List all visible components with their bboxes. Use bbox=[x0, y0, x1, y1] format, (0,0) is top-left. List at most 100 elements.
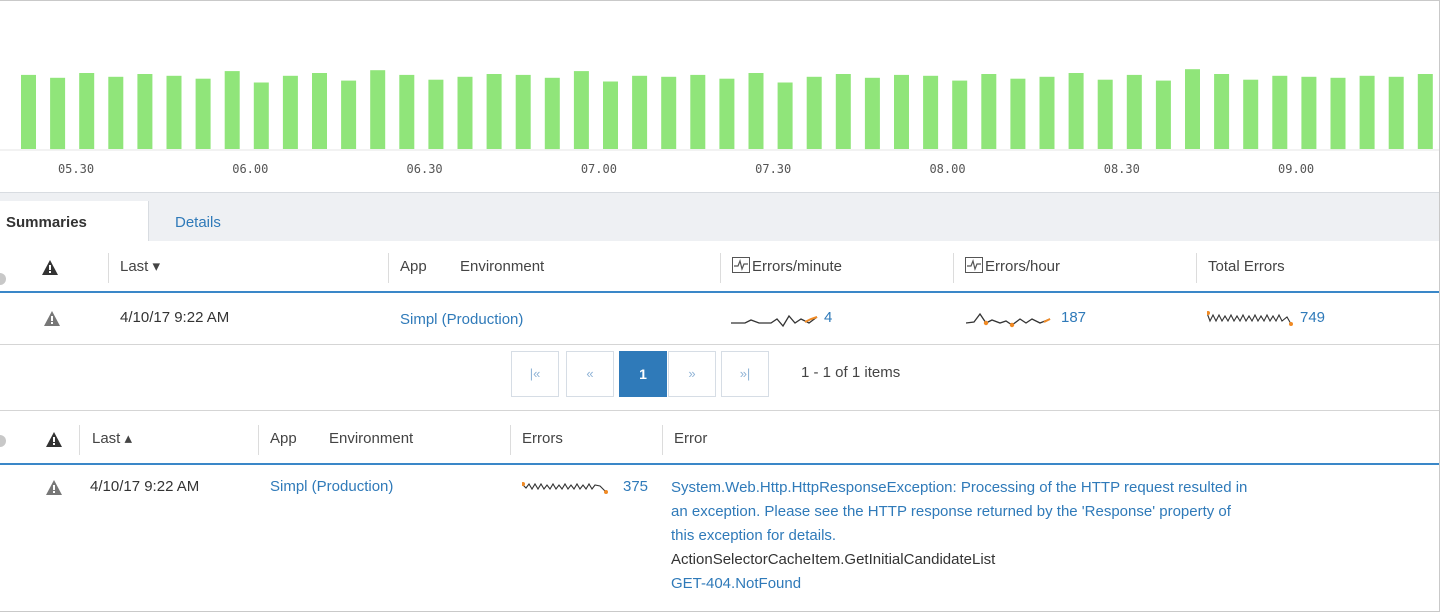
column-header-app[interactable]: App bbox=[400, 243, 427, 291]
tab-summaries[interactable]: Summaries bbox=[0, 201, 149, 241]
tab-details[interactable]: Details bbox=[175, 201, 221, 241]
column-separator bbox=[79, 425, 80, 455]
tab-bar: Summaries Details bbox=[0, 192, 1439, 241]
column-separator bbox=[662, 425, 663, 455]
histogram-bar bbox=[79, 73, 95, 149]
histogram-bar bbox=[952, 80, 968, 149]
summary-header-row: Last ▾ App Environment Errors/minute Err… bbox=[0, 243, 1439, 293]
histogram-bar bbox=[1185, 69, 1200, 149]
histogram-bar bbox=[1155, 80, 1171, 149]
histogram-bar bbox=[1359, 75, 1375, 149]
pager-prev-button[interactable]: « bbox=[566, 351, 614, 397]
histogram-bar bbox=[661, 76, 677, 149]
pager-summary: 1 - 1 of 1 items bbox=[801, 364, 901, 381]
errors-value: 375 bbox=[623, 478, 649, 495]
total-errors-value: 749 bbox=[1300, 309, 1326, 326]
histogram-bar bbox=[923, 75, 939, 149]
column-separator bbox=[1196, 253, 1197, 283]
histogram-bar bbox=[748, 73, 764, 149]
error-message-line[interactable]: an exception. Please see the HTTP respon… bbox=[671, 500, 1231, 524]
pager-next-button[interactable]: » bbox=[668, 351, 716, 397]
column-header-environment[interactable]: Environment bbox=[329, 415, 413, 463]
histogram-svg: 05.30 06.00 06.30 07.00 07.30 08.00 08.30 09.00 bbox=[0, 69, 1439, 176]
pager-last-button[interactable]: »| bbox=[721, 351, 769, 397]
histogram-tick-label: 07.30 bbox=[755, 162, 791, 176]
histogram-bar bbox=[835, 74, 851, 149]
histogram-tick-label: 06.00 bbox=[232, 162, 268, 176]
error-status-link[interactable]: GET-404.NotFound bbox=[671, 572, 801, 596]
warning-icon bbox=[44, 311, 60, 326]
errors-minute-sparkline bbox=[731, 314, 818, 328]
histogram-bar bbox=[341, 80, 357, 149]
column-separator bbox=[388, 253, 389, 283]
errors-sparkline bbox=[522, 482, 608, 494]
histogram-bar bbox=[1126, 74, 1142, 149]
errors-hour-value: 187 bbox=[1061, 309, 1087, 326]
histogram-bar bbox=[573, 71, 589, 149]
column-header-last[interactable]: Last ▴ bbox=[92, 415, 132, 463]
column-separator bbox=[258, 425, 259, 455]
histogram-bar bbox=[50, 77, 66, 150]
detail-header-row: Last ▴ App Environment Errors Error bbox=[0, 415, 1439, 465]
histogram-bar bbox=[690, 74, 706, 149]
histogram-bar bbox=[312, 73, 327, 149]
histogram-bar bbox=[632, 75, 648, 149]
column-header-total-errors[interactable]: Total Errors bbox=[1208, 243, 1285, 291]
pager-first-button[interactable]: |« bbox=[511, 351, 559, 397]
column-separator bbox=[720, 253, 721, 283]
errors-hour-sparkline bbox=[966, 312, 1051, 328]
histogram-bar bbox=[1272, 75, 1288, 149]
histogram-tick-label: 07.00 bbox=[581, 162, 617, 176]
histogram-bar bbox=[1243, 79, 1259, 149]
column-header-app[interactable]: App bbox=[270, 415, 297, 463]
histogram-bar bbox=[457, 76, 473, 149]
row-app-link[interactable]: Simpl (Production) bbox=[400, 311, 523, 328]
divider bbox=[0, 410, 1439, 411]
error-message-line[interactable]: this exception for details. bbox=[671, 524, 836, 548]
column-header-error[interactable]: Error bbox=[674, 415, 707, 463]
histogram-bar bbox=[1097, 79, 1113, 149]
histogram-bar bbox=[399, 74, 415, 149]
column-header-environment[interactable]: Environment bbox=[460, 243, 544, 291]
row-last-timestamp: 4/10/17 9:22 AM bbox=[120, 309, 230, 326]
histogram-bar bbox=[224, 71, 240, 149]
histogram-bar bbox=[1039, 76, 1055, 149]
column-header-errors-minute[interactable]: Errors/minute bbox=[732, 243, 842, 291]
column-separator bbox=[510, 425, 511, 455]
histogram-bar bbox=[166, 75, 182, 149]
histogram-bar bbox=[544, 77, 560, 150]
sparkline-icon bbox=[965, 257, 983, 273]
histogram-bar bbox=[195, 78, 211, 149]
histogram-bar bbox=[1417, 74, 1433, 149]
histogram-tick-label: 05.30 bbox=[58, 162, 94, 176]
histogram-bar bbox=[806, 76, 822, 149]
histogram-tick-label: 08.00 bbox=[929, 162, 965, 176]
column-header-errors[interactable]: Errors bbox=[522, 415, 563, 463]
histogram-bar bbox=[894, 74, 909, 149]
histogram-bar bbox=[1214, 74, 1230, 149]
histogram-bar bbox=[486, 74, 502, 149]
sparkline-icon bbox=[732, 257, 750, 273]
histogram-tick-label: 09.00 bbox=[1278, 162, 1314, 176]
histogram-bar bbox=[1301, 76, 1317, 149]
histogram-tick-label: 08.30 bbox=[1104, 162, 1140, 176]
error-histogram: 05.30 06.00 06.30 07.00 07.30 08.00 08.30 09.00 bbox=[0, 1, 1439, 191]
histogram-tick-label: 06.30 bbox=[407, 162, 443, 176]
histogram-bar bbox=[1010, 78, 1026, 149]
error-message-line[interactable]: System.Web.Http.HttpResponseException: P… bbox=[671, 476, 1247, 500]
row-last-timestamp: 4/10/17 9:22 AM bbox=[90, 478, 200, 495]
histogram-bar bbox=[864, 77, 880, 150]
histogram-bar bbox=[515, 74, 531, 149]
pager-page-1-button[interactable]: 1 bbox=[619, 351, 667, 397]
divider bbox=[0, 344, 1439, 345]
histogram-bar bbox=[1388, 76, 1404, 149]
column-header-errors-hour[interactable]: Errors/hour bbox=[965, 243, 1060, 291]
histogram-bar bbox=[253, 82, 269, 149]
histogram-bar bbox=[1068, 73, 1084, 149]
row-app-link[interactable]: Simpl (Production) bbox=[270, 478, 393, 495]
column-header-last[interactable]: Last ▾ bbox=[120, 243, 160, 291]
histogram-bar bbox=[719, 78, 735, 149]
errors-minute-label: Errors/minute bbox=[752, 258, 843, 275]
warning-icon bbox=[46, 432, 62, 447]
histogram-bar bbox=[1330, 77, 1346, 150]
